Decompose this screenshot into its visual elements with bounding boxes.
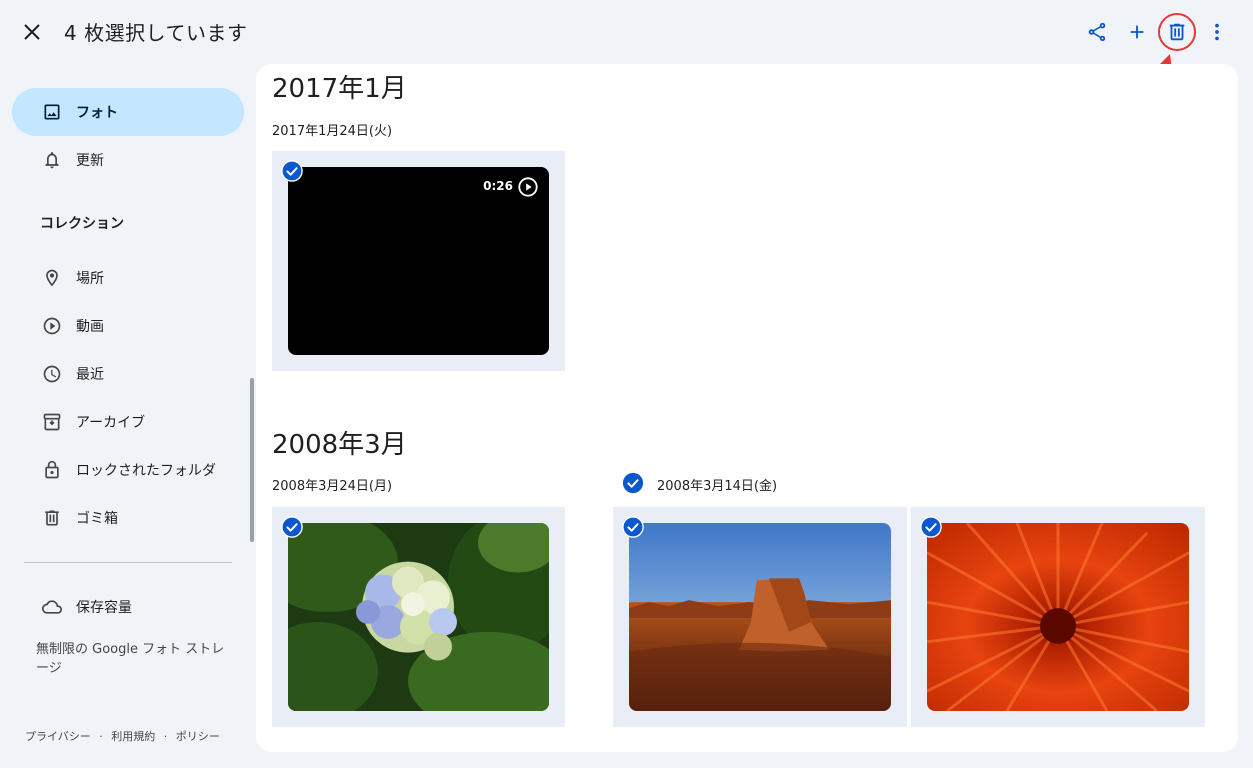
date-check-circle-icon[interactable] [622,472,644,494]
sidebar-item-label: 更新 [76,153,104,169]
play-circle-icon [40,314,64,338]
delete-button[interactable] [1157,13,1197,51]
storage-description: 無制限の Google フォト ストレージ [36,642,225,676]
sidebar-item-label: 場所 [76,271,104,287]
sidebar-item-label: 最近 [76,367,104,383]
close-selection-button[interactable] [18,18,46,46]
photo-item-desert[interactable] [613,507,907,727]
sidebar-item-label: ロックされたフォルダ [76,463,216,479]
policy-link[interactable]: ポリシー [176,730,220,743]
more-options-button[interactable] [1197,14,1237,50]
sidebar-item-videos[interactable]: 動画 [12,302,244,350]
add-to-button[interactable] [1117,14,1157,50]
privacy-link[interactable]: プライバシー [25,730,91,743]
footer-links: プライバシー · 利用規約 · ポリシー [25,728,220,744]
archive-icon [40,410,64,434]
sidebar-item-label: ゴミ箱 [76,511,118,527]
selection-actions [1077,13,1237,51]
trash-icon [40,506,64,530]
chrysanthemum-thumbnail [927,523,1189,711]
sidebar-item-storage[interactable]: 保存容量 [12,583,244,631]
sidebar-scrollbar[interactable] [250,378,254,542]
sidebar-item-locked-folder[interactable]: ロックされたフォルダ [12,446,244,494]
photo-item-chrysanthemum[interactable] [911,507,1205,727]
sidebar-item-label: 動画 [76,319,104,335]
month-heading: 2008年3月 [272,430,407,460]
photo-item-hydrangea[interactable] [272,507,565,727]
annotation-highlight-ring [1158,13,1196,51]
date-heading: 2017年1月24日(火) [272,124,393,139]
sidebar-item-places[interactable]: 場所 [12,254,244,302]
video-thumbnail: 0:26 [288,167,549,355]
sidebar-item-archive[interactable]: アーカイブ [12,398,244,446]
photo-icon [40,100,64,124]
footer-separator: · [163,730,168,743]
hydrangea-thumbnail [288,523,549,711]
sidebar-item-label: フォト [76,105,118,121]
sidebar: フォト 更新 コレクション 場所 動画 最近 アーカイブ ロックされたフォルダ … [0,62,256,768]
selection-count-title: 4 枚選択しています [64,21,248,45]
month-heading: 2017年1月 [272,74,407,104]
add-icon [1130,25,1144,39]
share-button[interactable] [1077,14,1117,50]
more-vert-icon [1215,23,1219,41]
sidebar-item-photos[interactable]: フォト [12,88,244,136]
check-circle-icon[interactable] [281,160,303,182]
sidebar-divider [24,562,232,563]
desert-thumbnail [629,523,891,711]
lock-icon [40,458,64,482]
sidebar-item-trash[interactable]: ゴミ箱 [12,494,244,542]
cloud-icon [40,595,64,619]
bell-icon [40,148,64,172]
sidebar-item-label: 保存容量 [76,600,132,616]
photo-item-video[interactable]: 0:26 [272,151,565,371]
location-pin-icon [40,266,64,290]
play-circle-icon [518,177,538,197]
check-circle-icon[interactable] [281,516,303,538]
close-icon [24,24,40,40]
photo-grid: 2017年1月 2017年1月24日(火) 0:26 2008年3月 2008年… [256,64,1238,752]
share-icon [1088,22,1106,42]
terms-link[interactable]: 利用規約 [111,730,155,743]
video-duration: 0:26 [483,179,513,193]
date-heading: 2008年3月24日(月) [272,479,393,494]
sidebar-item-updates[interactable]: 更新 [12,136,244,184]
date-heading: 2008年3月14日(金) [657,479,778,494]
check-circle-icon[interactable] [622,516,644,538]
clock-icon [40,362,64,386]
top-bar: 4 枚選択しています [0,0,1253,62]
sidebar-item-recent[interactable]: 最近 [12,350,244,398]
collections-heading: コレクション [40,216,124,232]
footer-separator: · [99,730,103,743]
sidebar-item-label: アーカイブ [76,415,146,431]
check-circle-icon[interactable] [920,516,942,538]
